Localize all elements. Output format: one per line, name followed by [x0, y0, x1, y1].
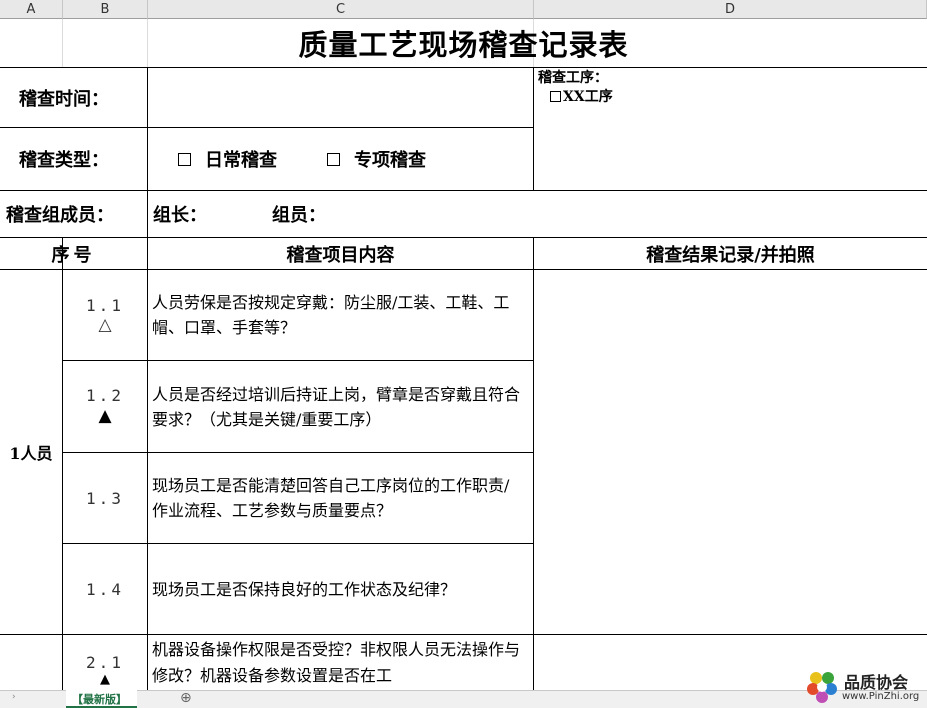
- sheet-tab-latest[interactable]: 【最新版】: [66, 690, 137, 708]
- item-number: 1.2: [86, 386, 124, 405]
- process-label: 稽查工序：: [538, 70, 608, 86]
- item-number-cell: 1.2 ▲: [63, 361, 147, 452]
- item-number: 1.1: [86, 295, 124, 315]
- leader-label: 组长：: [153, 205, 207, 226]
- importance-filled-triangle-icon: ▲: [98, 406, 112, 426]
- importance-hollow-triangle-icon: △: [98, 314, 112, 335]
- header-result: 稽查结果记录/并拍照: [646, 244, 815, 266]
- importance-filled-triangle-icon: ▲: [100, 672, 110, 687]
- members-label: 稽查组成员：: [6, 205, 114, 226]
- process-checkbox[interactable]: [550, 91, 561, 102]
- process-option: XX工序: [563, 89, 613, 105]
- header-no: 序号: [51, 244, 96, 266]
- item-content[interactable]: 现场员工是否能清楚回答自己工序岗位的工作职责/作业流程、工艺参数与质量要点？: [148, 453, 533, 543]
- sheet-title: 质量工艺现场稽查记录表: [298, 28, 629, 62]
- column-header-c[interactable]: C: [148, 0, 534, 19]
- watermark-logo: 品质协会 www.PinZhi.org: [800, 665, 927, 708]
- result-cell-group-1[interactable]: [534, 270, 927, 634]
- item-number: 2.1: [86, 653, 124, 672]
- item-content[interactable]: 人员劳保是否按规定穿戴：防尘服/工装、工鞋、工帽、口罩、手套等？: [148, 270, 533, 360]
- tab-scroll-arrow-icon[interactable]: ›: [12, 692, 16, 702]
- daily-audit-label: 日常稽查: [205, 150, 277, 171]
- flower-logo-icon: [807, 672, 837, 703]
- item-number: 1.3: [86, 488, 124, 508]
- audit-time-label: 稽查时间：: [19, 88, 109, 110]
- header-content: 稽查项目内容: [286, 244, 395, 266]
- members-field[interactable]: 组长： 组员：: [148, 191, 927, 237]
- item-number-cell: 1.4: [63, 544, 147, 634]
- column-header-d[interactable]: D: [534, 0, 927, 19]
- special-audit-checkbox[interactable]: [327, 152, 340, 166]
- daily-audit-checkbox[interactable]: [178, 152, 191, 166]
- add-sheet-button[interactable]: ⊕: [180, 690, 192, 706]
- audit-type-options: 日常稽查 专项稽查: [148, 128, 533, 190]
- item-content[interactable]: 现场员工是否保持良好的工作状态及纪律？: [148, 544, 533, 634]
- item-content[interactable]: 机器设备操作权限是否受控？非权限人员无法操作与修改？机器设备参数设置是否在工: [148, 635, 533, 690]
- column-header-a[interactable]: A: [0, 0, 63, 19]
- item-content[interactable]: 人员是否经过培训后持证上岗，臂章是否穿戴且符合要求？（尤其是关键/重要工序）: [148, 361, 533, 452]
- item-number-cell: 1.3: [63, 453, 147, 543]
- audit-type-label: 稽查类型：: [19, 150, 109, 171]
- process-cell[interactable]: 稽查工序： XX工序: [534, 68, 927, 190]
- column-header-b[interactable]: B: [63, 0, 148, 19]
- group-personnel: 1人员: [9, 444, 53, 463]
- member-label: 组员：: [272, 205, 326, 226]
- item-number-cell: 2.1 ▲: [63, 635, 147, 690]
- item-number: 1.4: [86, 579, 124, 599]
- audit-time-field[interactable]: [148, 68, 533, 127]
- sheet-tab-bar: › 【最新版】 ⊕: [0, 690, 927, 708]
- special-audit-label: 专项稽查: [354, 150, 426, 171]
- sheet-tab-label: 【最新版】: [72, 693, 127, 706]
- logo-name: 品质协会: [844, 673, 909, 692]
- logo-url: www.PinZhi.org: [842, 691, 920, 702]
- item-number-cell: 1.1 △: [63, 270, 147, 360]
